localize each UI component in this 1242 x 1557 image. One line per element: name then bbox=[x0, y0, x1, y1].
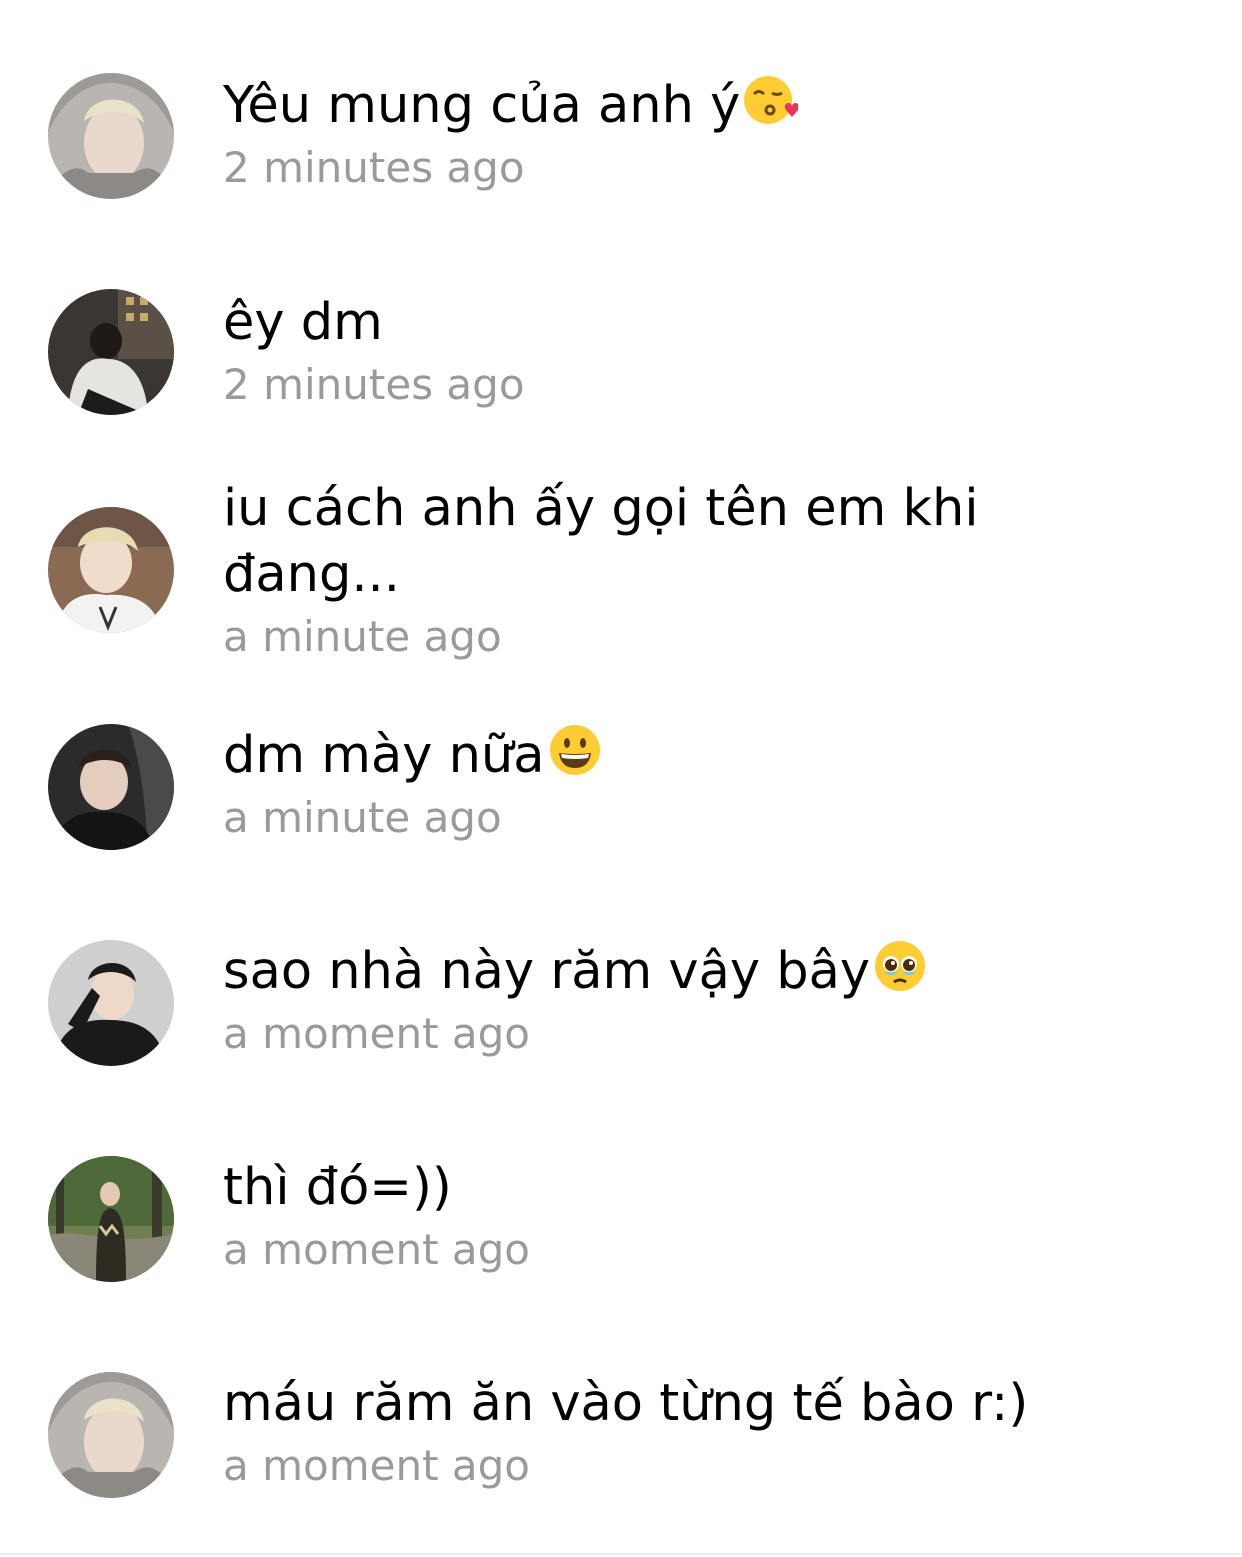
avatar-white-hoodie-image bbox=[48, 507, 174, 633]
avatar-black-jacket-image bbox=[48, 940, 174, 1066]
face-blowing-kiss-icon bbox=[742, 72, 799, 128]
avatar[interactable] bbox=[48, 940, 174, 1066]
avatar[interactable] bbox=[48, 1156, 174, 1282]
avatar-car-seat-image bbox=[48, 724, 174, 850]
avatar[interactable] bbox=[48, 289, 174, 415]
comment-timestamp: 2 minutes ago bbox=[223, 360, 525, 409]
bottom-divider bbox=[0, 1553, 1242, 1555]
avatar-grey-hood-image bbox=[48, 73, 174, 199]
comment-text: êy dm bbox=[223, 293, 383, 352]
comment-timestamp: a moment ago bbox=[223, 1009, 530, 1058]
comment-text: Yêu mung của anh ý bbox=[223, 72, 1203, 139]
avatar[interactable] bbox=[48, 507, 174, 633]
comment-timestamp: a minute ago bbox=[223, 793, 502, 842]
comment-text: dm mày nữa bbox=[223, 722, 1203, 789]
comment-list: Yêu mung của anh ý 2 minutes ago êy dm 2… bbox=[0, 0, 1242, 1557]
avatar[interactable] bbox=[48, 73, 174, 199]
comment-text: máu răm ăn vào từng tế bào r:) bbox=[223, 1374, 1029, 1433]
comment-text: thì đó=)) bbox=[223, 1158, 452, 1217]
avatar-grey-hood-image bbox=[48, 1372, 174, 1498]
avatar-forest-image bbox=[48, 1156, 174, 1282]
avatar[interactable] bbox=[48, 1372, 174, 1498]
pleading-face-icon bbox=[872, 938, 928, 994]
comment-timestamp: a moment ago bbox=[223, 1441, 530, 1490]
avatar[interactable] bbox=[48, 724, 174, 850]
comment-timestamp: 2 minutes ago bbox=[223, 143, 525, 192]
comment-timestamp: a moment ago bbox=[223, 1225, 530, 1274]
avatar-night-city-image bbox=[48, 289, 174, 415]
comment-text: sao nhà này răm vậy bây bbox=[223, 938, 1203, 1005]
comment-timestamp: a minute ago bbox=[223, 612, 502, 661]
comment-text: iu cách anh ấy gọi tên em khi đang... bbox=[223, 479, 995, 604]
grinning-face-icon bbox=[547, 722, 603, 778]
